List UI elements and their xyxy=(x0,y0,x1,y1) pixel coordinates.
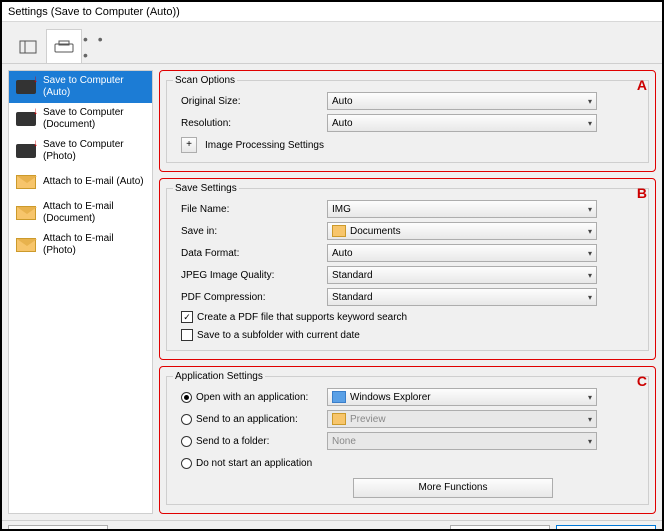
mail-icon xyxy=(15,202,37,224)
chevron-down-icon: ▾ xyxy=(588,437,592,446)
sidebar-item-label: Save to Computer (Photo) xyxy=(43,139,146,163)
tab-scanner[interactable] xyxy=(46,29,82,63)
savein-label: Save in: xyxy=(173,226,323,237)
window-icon xyxy=(19,40,37,54)
chevron-down-icon: ▾ xyxy=(588,393,592,402)
pdf-compression-label: PDF Compression: xyxy=(173,292,323,303)
annotation-letter: C xyxy=(637,373,647,389)
image-processing-label: Image Processing Settings xyxy=(205,140,324,151)
sidebar-item-save-auto[interactable]: Save to Computer (Auto) xyxy=(9,71,152,103)
instructions-button[interactable]: Instructions xyxy=(8,525,108,531)
sidebar-item-label: Save to Computer (Auto) xyxy=(43,75,146,99)
dots-icon: • • • xyxy=(83,31,117,63)
create-pdf-keyword-checkbox[interactable]: ✓ xyxy=(181,311,193,323)
more-functions-button[interactable]: More Functions xyxy=(353,478,553,498)
printer-icon xyxy=(53,40,75,54)
send-to-app-label: Send to an application: xyxy=(196,414,298,425)
jpeg-quality-label: JPEG Image Quality: xyxy=(173,270,323,281)
combo-value: Standard xyxy=(332,292,373,303)
combo-value: Auto xyxy=(332,248,353,259)
combo-value: None xyxy=(332,436,356,447)
combo-value: Standard xyxy=(332,270,373,281)
resolution-combo[interactable]: Auto ▾ xyxy=(327,114,597,132)
combo-value: Documents xyxy=(350,226,401,237)
original-size-label: Original Size: xyxy=(173,96,323,107)
combo-value: Windows Explorer xyxy=(350,392,431,403)
send-to-app-radio[interactable] xyxy=(181,414,192,425)
explorer-icon xyxy=(332,391,346,403)
app-settings-legend: Application Settings xyxy=(173,371,265,382)
save-subfolder-checkbox[interactable] xyxy=(181,329,193,341)
scan-options-legend: Scan Options xyxy=(173,75,237,86)
send-to-folder-label: Send to a folder: xyxy=(196,436,269,447)
sidebar-item-save-photo[interactable]: Save to Computer (Photo) xyxy=(9,135,152,167)
chevron-down-icon: ▾ xyxy=(588,119,592,128)
mail-icon xyxy=(15,234,37,256)
sidebar-item-label: Attach to E-mail (Photo) xyxy=(43,233,146,257)
jpeg-quality-combo[interactable]: Standard ▾ xyxy=(327,266,597,284)
sidebar-item-label: Save to Computer (Document) xyxy=(43,107,146,131)
annotation-letter: B xyxy=(637,185,647,201)
chevron-down-icon: ▾ xyxy=(588,227,592,236)
original-size-combo[interactable]: Auto ▾ xyxy=(327,92,597,110)
sidebar-item-save-document[interactable]: Save to Computer (Document) xyxy=(9,103,152,135)
tab-more[interactable]: • • • xyxy=(82,29,118,63)
app-icon xyxy=(332,413,346,425)
sidebar-item-email-document[interactable]: Attach to E-mail (Document) xyxy=(9,197,152,229)
dataformat-combo[interactable]: Auto ▾ xyxy=(327,244,597,262)
toolbar: • • • xyxy=(2,22,662,64)
tab-general[interactable] xyxy=(10,29,46,63)
sidebar-item-email-auto[interactable]: Attach to E-mail (Auto) xyxy=(9,167,152,197)
group-save-settings: B Save Settings File Name: IMG ▾ Save in… xyxy=(159,178,656,360)
open-with-radio[interactable] xyxy=(181,392,192,403)
do-not-start-radio[interactable] xyxy=(181,458,192,469)
defaults-button[interactable]: Defaults xyxy=(450,525,550,531)
chevron-down-icon: ▾ xyxy=(588,293,592,302)
open-with-label: Open with an application: xyxy=(196,392,308,403)
do-not-start-label: Do not start an application xyxy=(196,458,312,469)
combo-value: Auto xyxy=(332,118,353,129)
filename-combo[interactable]: IMG ▾ xyxy=(327,200,597,218)
scan-icon xyxy=(15,76,37,98)
send-to-folder-radio[interactable] xyxy=(181,436,192,447)
send-to-app-combo[interactable]: Preview ▾ xyxy=(327,410,597,428)
group-app-settings: C Application Settings Open with an appl… xyxy=(159,366,656,514)
combo-value: Auto xyxy=(332,96,353,107)
ok-button[interactable]: OK xyxy=(556,525,656,531)
sidebar-item-email-photo[interactable]: Attach to E-mail (Photo) xyxy=(9,229,152,261)
filename-label: File Name: xyxy=(173,204,323,215)
sidebar-item-label: Attach to E-mail (Auto) xyxy=(43,176,144,188)
open-with-combo[interactable]: Windows Explorer ▾ xyxy=(327,388,597,406)
annotation-letter: A xyxy=(637,77,647,93)
save-subfolder-label: Save to a subfolder with current date xyxy=(197,330,360,341)
chevron-down-icon: ▾ xyxy=(588,249,592,258)
main-panel: A Scan Options Original Size: Auto ▾ Res… xyxy=(153,64,662,520)
save-settings-legend: Save Settings xyxy=(173,183,239,194)
create-pdf-keyword-label: Create a PDF file that supports keyword … xyxy=(197,312,407,323)
scan-icon xyxy=(15,108,37,130)
footer: Instructions Defaults OK xyxy=(2,520,662,531)
chevron-down-icon: ▾ xyxy=(588,205,592,214)
expand-image-processing-button[interactable]: + xyxy=(181,137,197,153)
combo-value: IMG xyxy=(332,204,351,215)
chevron-down-icon: ▾ xyxy=(588,271,592,280)
savein-combo[interactable]: Documents ▾ xyxy=(327,222,597,240)
chevron-down-icon: ▾ xyxy=(588,415,592,424)
dataformat-label: Data Format: xyxy=(173,248,323,259)
combo-value: Preview xyxy=(350,414,386,425)
pdf-compression-combo[interactable]: Standard ▾ xyxy=(327,288,597,306)
sidebar: Save to Computer (Auto) Save to Computer… xyxy=(8,70,153,514)
scan-icon xyxy=(15,140,37,162)
send-to-folder-combo[interactable]: None ▾ xyxy=(327,432,597,450)
window-title: Settings (Save to Computer (Auto)) xyxy=(2,2,662,22)
chevron-down-icon: ▾ xyxy=(588,97,592,106)
sidebar-item-label: Attach to E-mail (Document) xyxy=(43,201,146,225)
mail-icon xyxy=(15,171,37,193)
resolution-label: Resolution: xyxy=(173,118,323,129)
folder-icon xyxy=(332,225,346,237)
group-scan-options: A Scan Options Original Size: Auto ▾ Res… xyxy=(159,70,656,172)
